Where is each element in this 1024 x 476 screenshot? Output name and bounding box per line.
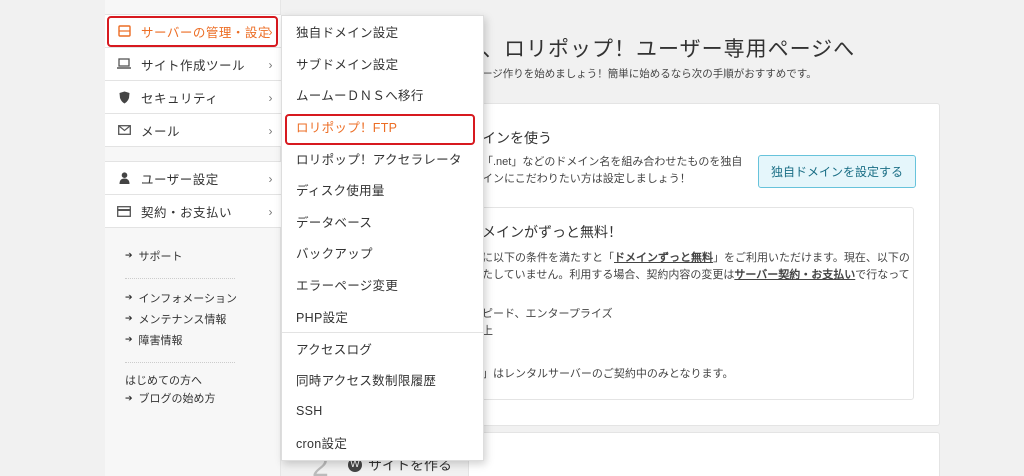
domain-card-title: インを使う <box>482 130 552 146</box>
menu-item-access-log[interactable]: アクセスログ <box>282 331 483 364</box>
incidents-link-label: 障害情報 <box>138 334 183 347</box>
support-link-label: サポート <box>138 250 183 263</box>
arrow-right-icon: ➔ <box>125 392 133 403</box>
chevron-right-icon: › <box>268 205 273 219</box>
arrow-right-icon: ➔ <box>125 334 133 344</box>
menu-item-ssh[interactable]: SSH <box>282 395 483 427</box>
contract-link[interactable]: サーバー契約・お支払い <box>734 269 855 281</box>
chevron-right-icon: › <box>268 91 273 105</box>
sidebar-item-label: ユーザー設定 <box>141 172 219 187</box>
sidebar: サーバーの管理・設定 › サイト作成ツール › セキュリティ › メール › ユ… <box>105 0 281 476</box>
beginners-heading: はじめての方へ <box>125 375 202 387</box>
menu-item-muumuu-dns[interactable]: ムームーＤＮＳへ移行 <box>282 79 483 111</box>
maintenance-link-label: メンテナンス情報 <box>138 313 227 326</box>
sidebar-main-group: サーバーの管理・設定 › サイト作成ツール › セキュリティ › メール › <box>105 14 281 147</box>
chevron-right-icon: › <box>268 58 273 72</box>
menu-item-accelerator[interactable]: ロリポップ！アクセラレータ <box>282 142 483 174</box>
mail-icon <box>117 123 131 137</box>
arrow-right-icon: ➔ <box>125 292 133 302</box>
maintenance-link[interactable]: ➔ メンテナンス情報 <box>125 308 265 329</box>
menu-item-database[interactable]: データベース <box>282 206 483 238</box>
page-subtitle: ージ作りを始めましょう！簡単に始めるなら次の手順がおすすめです。 <box>482 68 817 80</box>
sidebar-item-site-tools[interactable]: サイト作成ツール › <box>105 48 281 81</box>
page-title: 、ロリポップ！ユーザー専用ページへ <box>482 38 856 61</box>
domain-card-body-1: 「.net」などのドメイン名を組み合わせたものを独自 <box>482 156 743 168</box>
sidebar-item-label: 契約・お支払い <box>141 205 233 220</box>
menu-item-php-settings[interactable]: PHP設定 <box>282 300 483 332</box>
note-text: 」はレンタルサーバーのご契約中のみとなります。 <box>482 368 734 380</box>
menu-item-error-page[interactable]: エラーページ変更 <box>282 269 483 301</box>
incidents-link[interactable]: ➔ 障害情報 <box>125 329 265 350</box>
card-icon <box>117 204 131 218</box>
blog-start-link-label: ブログの始め方 <box>138 393 216 405</box>
shield-icon <box>117 90 131 104</box>
free-domain-body-2: たしていません。利用する場合、契約内容の変更はサーバー契約・お支払いで行なって <box>482 267 910 284</box>
divider <box>125 362 235 363</box>
menu-item-disk-usage[interactable]: ディスク使用量 <box>282 174 483 206</box>
info-link-label: インフォメーション <box>138 292 237 305</box>
highlight-ring <box>107 16 278 47</box>
sidebar-item-security[interactable]: セキュリティ › <box>105 81 281 114</box>
sidebar-item-label: メール <box>141 124 181 139</box>
sidebar-item-label: セキュリティ <box>141 91 219 106</box>
arrow-right-icon: ➔ <box>125 250 133 260</box>
step-card <box>468 432 940 476</box>
server-settings-menu: 独自ドメイン設定 サブドメイン設定 ムームーＤＮＳへ移行 ロリポップ！FTP ロ… <box>281 15 484 461</box>
free-domain-title: メインがずっと無料！ <box>482 224 622 240</box>
sidebar-item-mail[interactable]: メール › <box>105 114 281 147</box>
blog-start-link[interactable]: ➔ ブログの始め方 <box>125 389 265 407</box>
menu-item-custom-domain[interactable]: 独自ドメイン設定 <box>282 16 483 48</box>
menu-item-concurrent-access[interactable]: 同時アクセス数制限履歴 <box>282 364 483 396</box>
text-span: たしていません。利用する場合、契約内容の変更は <box>482 269 735 281</box>
free-domain-link[interactable]: ドメインずっと無料 <box>614 252 713 264</box>
divider <box>125 278 235 279</box>
chevron-right-icon: › <box>268 124 273 138</box>
chevron-right-icon: › <box>268 172 273 186</box>
info-link[interactable]: ➔ インフォメーション <box>125 287 265 308</box>
sidebar-links: ➔ サポート ➔ インフォメーション ➔ メンテナンス情報 ➔ 障害情報 はじめ… <box>125 245 265 407</box>
user-icon <box>117 171 131 185</box>
support-link[interactable]: ➔ サポート <box>125 245 265 266</box>
set-domain-button[interactable]: 独自ドメインを設定する <box>758 155 916 188</box>
free-domain-body-1: に以下の条件を満たすと「ドメインずっと無料」をご利用いただけます。現在、以下の <box>482 250 910 267</box>
menu-item-cron[interactable]: cron設定 <box>282 427 483 459</box>
text-span: 」をご利用いただけます。現在、以下の <box>713 252 910 264</box>
text-span: に以下の条件を満たすと「 <box>482 252 614 264</box>
menu-item-backup[interactable]: バックアップ <box>282 237 483 269</box>
domain-card-body-2: インにこだわりたい方は設定しましょう！ <box>482 173 691 185</box>
laptop-icon <box>117 57 131 71</box>
arrow-right-icon: ➔ <box>125 313 133 323</box>
sidebar-item-billing[interactable]: 契約・お支払い › <box>105 195 281 228</box>
text-span: で行なって <box>855 269 910 281</box>
menu-item-subdomain[interactable]: サブドメイン設定 <box>282 48 483 80</box>
sidebar-item-label: サイト作成ツール <box>141 58 246 73</box>
plans-text: ピード、エンタープライズ <box>482 308 613 320</box>
sidebar-item-user-settings[interactable]: ユーザー設定 › <box>105 162 281 195</box>
sidebar-account-group: ユーザー設定 › 契約・お支払い › <box>105 161 281 228</box>
highlight-ring <box>285 114 475 145</box>
